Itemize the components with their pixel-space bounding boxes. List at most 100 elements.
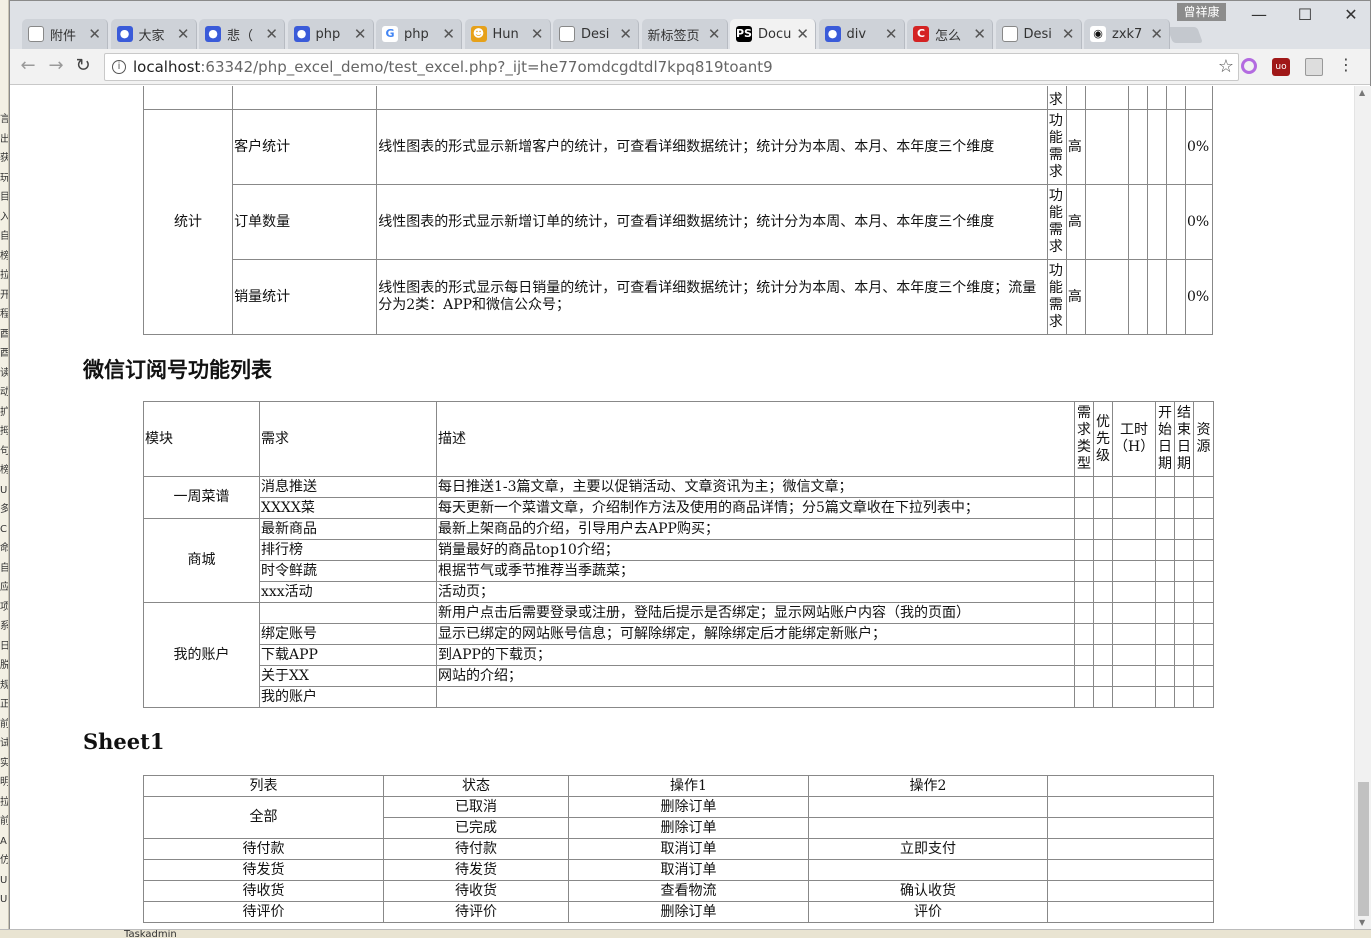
reload-icon[interactable]: ↻ [71,55,95,76]
empty-cell [1193,644,1214,666]
tab-close-icon[interactable]: ✕ [1150,25,1163,43]
c-icon: C [913,26,929,42]
empty-cell [1112,686,1156,708]
tab-title: 大家 [138,28,165,44]
empty-cell [1155,686,1175,708]
empty-cell [1193,602,1214,624]
action1-cell: 删除订单 [568,817,809,839]
browser-tab[interactable]: ● div ✕ [818,19,905,49]
tab-close-icon[interactable]: ✕ [531,25,544,43]
desc-cell: 到APP的下载页； [436,644,1075,666]
tab-close-icon[interactable]: ✕ [708,25,721,43]
browser-tab[interactable]: ● php ✕ [287,19,374,49]
tab-close-icon[interactable]: ✕ [973,25,986,43]
new-tab-button[interactable] [1167,27,1203,43]
menu-icon[interactable]: ⋮ [1334,55,1358,74]
need-cell: 客户统计 [232,109,378,185]
tab-close-icon[interactable]: ✕ [177,25,190,43]
table-row: 商城 最新商品 最新上架商品的介绍，引导用户去APP购买； [143,518,1214,603]
action2-cell [808,817,1048,839]
empty-cell [1155,665,1175,687]
github-icon: ◉ [1090,26,1106,42]
back-icon[interactable]: ← [16,55,40,76]
tab-close-icon[interactable]: ✕ [88,25,101,43]
scroll-down-icon[interactable]: ▼ [1359,918,1365,927]
strip-char: 前 [0,816,9,827]
table-row: XXXX菜 每天更新一个菜谱文章，介绍制作方法及使用的商品详情；分5篇文章收在下拉… [144,497,1214,519]
tab-title: Docu [758,26,792,42]
close-window-icon[interactable]: ✕ [1336,5,1366,24]
scrollbar-thumb[interactable] [1358,782,1369,916]
browser-tab[interactable]: ☻ Hun ✕ [464,19,551,49]
vertical-scrollbar[interactable]: ▲ ▼ [1354,86,1371,929]
browser-tab[interactable]: ● 悲（ ✕ [199,19,285,49]
module-cell: 商城 [143,518,260,603]
list-cell: 待评价 [143,901,384,923]
tab-close-icon[interactable]: ✕ [619,25,632,43]
empty-cell [1093,560,1113,582]
browser-tab[interactable]: ◉ zxk7 ✕ [1084,19,1170,49]
empty-cell [1047,880,1214,902]
strip-char: 正 [0,699,9,710]
empty-cell [1047,901,1214,923]
header-action2: 操作2 [808,775,1048,797]
table-header-row: 模块 需求 描述 需求类型 优先级 工时（H） 开始日期 结束日期 资源 [143,401,1214,477]
browser-tab[interactable]: Desi ✕ [553,19,639,49]
empty-cell [1174,497,1194,519]
browser-tab[interactable]: Desi ✕ [995,19,1082,49]
header-action1: 操作1 [568,775,809,797]
empty-cell [1193,539,1214,561]
address-bar[interactable]: i localhost:63342/php_excel_demo/test_ex… [104,53,1239,81]
paw-icon: ● [116,26,133,42]
browser-tab[interactable]: 新标签页 ✕ [641,19,728,49]
table-row: 订单数量 线性图表的形式显示新增订单的统计，可查看详细数据统计；统计分为本周、本… [144,184,1214,260]
site-info-icon[interactable]: i [112,60,126,74]
need-cell: xxx活动 [259,581,437,603]
browser-tab[interactable]: PS Docu ✕ [730,19,816,49]
tab-close-icon[interactable]: ✕ [885,25,898,43]
list-cell: 全部 [143,796,384,839]
type-cell: 功能需求 [1046,259,1067,335]
minimize-icon[interactable]: — [1244,5,1274,24]
browser-tab[interactable]: C 怎么 ✕ [907,19,993,49]
scroll-up-icon[interactable]: ▲ [1359,88,1365,97]
tab-close-icon[interactable]: ✕ [354,25,367,43]
empty-cell [1112,497,1156,519]
maximize-icon[interactable]: ☐ [1290,5,1320,24]
table-row: xxx活动 活动页； [144,581,1214,603]
ublock-icon[interactable]: uo [1272,58,1290,76]
action2-cell: 确认收货 [808,880,1048,902]
empty-cell [1112,539,1156,561]
action1-cell: 取消订单 [568,838,809,860]
strip-char: 入 [0,211,9,223]
table-row: 统计 客户统计 线性图表的形式显示新增客户的统计，可查看详细数据统计；统计分为本… [142,109,1214,335]
browser-tab[interactable]: Gphp ✕ [376,19,462,49]
strip-char: 多 [0,504,9,515]
empty-cell [1074,518,1094,540]
tab-close-icon[interactable]: ✕ [796,25,809,43]
forward-icon[interactable]: → [44,55,68,76]
empty-cell [1193,581,1214,603]
tab-close-icon[interactable]: ✕ [265,25,278,43]
desc-cell: 最新上架商品的介绍，引导用户去APP购买； [436,518,1075,540]
empty-cell [1193,497,1214,519]
header-resource: 资源 [1193,401,1214,477]
tab-close-icon[interactable]: ✕ [1062,25,1075,43]
strip-char: 明 [0,777,9,788]
bookmark-star-icon[interactable]: ☆ [1218,54,1234,80]
browser-tab[interactable]: 附件 ✕ [22,19,108,49]
action2-cell [808,796,1048,818]
browser-tab[interactable]: ● 大家 ✕ [110,19,197,49]
tab-close-icon[interactable]: ✕ [442,25,455,43]
extension-icon[interactable] [1305,58,1323,76]
priority-cell: 高 [1065,184,1086,260]
strip-char: 读 [0,367,9,379]
extension-ring-icon[interactable] [1241,58,1257,74]
empty-cell [1093,665,1113,687]
empty-cell [1112,560,1156,582]
status-cell: 待评价 [383,901,569,923]
desc-cell [436,686,1075,708]
table-row: 待付款 待付款 取消订单 立即支付 [143,838,1214,860]
desc-cell: 每天更新一个菜谱文章，介绍制作方法及使用的商品详情；分5篇文章收在下拉列表中； [436,497,1075,519]
profile-badge[interactable]: 曾祥康 [1177,3,1226,21]
